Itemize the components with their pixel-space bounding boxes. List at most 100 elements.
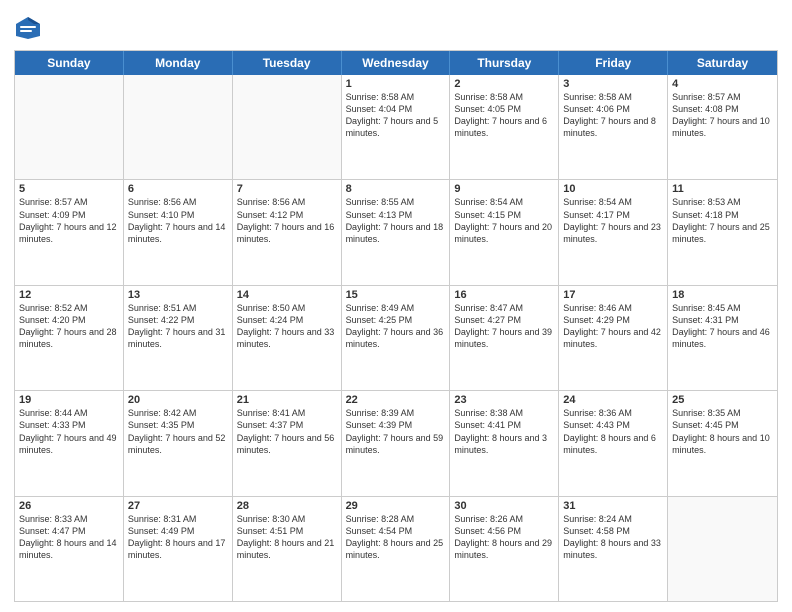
day-info: Sunrise: 8:31 AMSunset: 4:49 PMDaylight:… xyxy=(128,513,228,562)
cal-week-2: 5Sunrise: 8:57 AMSunset: 4:09 PMDaylight… xyxy=(15,180,777,285)
cal-header-sunday: Sunday xyxy=(15,51,124,75)
cal-cell: 7Sunrise: 8:56 AMSunset: 4:12 PMDaylight… xyxy=(233,180,342,284)
cal-cell: 28Sunrise: 8:30 AMSunset: 4:51 PMDayligh… xyxy=(233,497,342,601)
day-number: 18 xyxy=(672,289,773,301)
day-number: 1 xyxy=(346,78,446,90)
cal-cell: 1Sunrise: 8:58 AMSunset: 4:04 PMDaylight… xyxy=(342,75,451,179)
day-number: 3 xyxy=(563,78,663,90)
day-info: Sunrise: 8:55 AMSunset: 4:13 PMDaylight:… xyxy=(346,196,446,245)
cal-cell: 20Sunrise: 8:42 AMSunset: 4:35 PMDayligh… xyxy=(124,391,233,495)
cal-header-thursday: Thursday xyxy=(450,51,559,75)
cal-header-wednesday: Wednesday xyxy=(342,51,451,75)
cal-cell: 25Sunrise: 8:35 AMSunset: 4:45 PMDayligh… xyxy=(668,391,777,495)
cal-cell: 4Sunrise: 8:57 AMSunset: 4:08 PMDaylight… xyxy=(668,75,777,179)
day-info: Sunrise: 8:26 AMSunset: 4:56 PMDaylight:… xyxy=(454,513,554,562)
cal-cell: 8Sunrise: 8:55 AMSunset: 4:13 PMDaylight… xyxy=(342,180,451,284)
day-info: Sunrise: 8:49 AMSunset: 4:25 PMDaylight:… xyxy=(346,302,446,351)
cal-cell: 29Sunrise: 8:28 AMSunset: 4:54 PMDayligh… xyxy=(342,497,451,601)
cal-week-5: 26Sunrise: 8:33 AMSunset: 4:47 PMDayligh… xyxy=(15,497,777,601)
day-number: 5 xyxy=(19,183,119,195)
day-info: Sunrise: 8:52 AMSunset: 4:20 PMDaylight:… xyxy=(19,302,119,351)
cal-week-4: 19Sunrise: 8:44 AMSunset: 4:33 PMDayligh… xyxy=(15,391,777,496)
day-info: Sunrise: 8:50 AMSunset: 4:24 PMDaylight:… xyxy=(237,302,337,351)
day-info: Sunrise: 8:45 AMSunset: 4:31 PMDaylight:… xyxy=(672,302,773,351)
calendar: SundayMondayTuesdayWednesdayThursdayFrid… xyxy=(14,50,778,602)
cal-cell: 9Sunrise: 8:54 AMSunset: 4:15 PMDaylight… xyxy=(450,180,559,284)
day-info: Sunrise: 8:53 AMSunset: 4:18 PMDaylight:… xyxy=(672,196,773,245)
page: SundayMondayTuesdayWednesdayThursdayFrid… xyxy=(0,0,792,612)
day-number: 22 xyxy=(346,394,446,406)
cal-cell: 5Sunrise: 8:57 AMSunset: 4:09 PMDaylight… xyxy=(15,180,124,284)
day-info: Sunrise: 8:54 AMSunset: 4:15 PMDaylight:… xyxy=(454,196,554,245)
cal-cell: 19Sunrise: 8:44 AMSunset: 4:33 PMDayligh… xyxy=(15,391,124,495)
day-number: 10 xyxy=(563,183,663,195)
cal-cell: 6Sunrise: 8:56 AMSunset: 4:10 PMDaylight… xyxy=(124,180,233,284)
cal-cell: 3Sunrise: 8:58 AMSunset: 4:06 PMDaylight… xyxy=(559,75,668,179)
cal-week-3: 12Sunrise: 8:52 AMSunset: 4:20 PMDayligh… xyxy=(15,286,777,391)
day-number: 8 xyxy=(346,183,446,195)
cal-cell: 27Sunrise: 8:31 AMSunset: 4:49 PMDayligh… xyxy=(124,497,233,601)
day-number: 13 xyxy=(128,289,228,301)
day-info: Sunrise: 8:46 AMSunset: 4:29 PMDaylight:… xyxy=(563,302,663,351)
day-number: 17 xyxy=(563,289,663,301)
day-info: Sunrise: 8:47 AMSunset: 4:27 PMDaylight:… xyxy=(454,302,554,351)
day-info: Sunrise: 8:41 AMSunset: 4:37 PMDaylight:… xyxy=(237,407,337,456)
logo xyxy=(14,14,46,42)
cal-cell: 11Sunrise: 8:53 AMSunset: 4:18 PMDayligh… xyxy=(668,180,777,284)
day-number: 11 xyxy=(672,183,773,195)
cal-cell: 26Sunrise: 8:33 AMSunset: 4:47 PMDayligh… xyxy=(15,497,124,601)
day-info: Sunrise: 8:33 AMSunset: 4:47 PMDaylight:… xyxy=(19,513,119,562)
cal-cell: 30Sunrise: 8:26 AMSunset: 4:56 PMDayligh… xyxy=(450,497,559,601)
day-number: 23 xyxy=(454,394,554,406)
cal-cell: 31Sunrise: 8:24 AMSunset: 4:58 PMDayligh… xyxy=(559,497,668,601)
day-info: Sunrise: 8:56 AMSunset: 4:10 PMDaylight:… xyxy=(128,196,228,245)
day-number: 28 xyxy=(237,500,337,512)
cal-cell: 17Sunrise: 8:46 AMSunset: 4:29 PMDayligh… xyxy=(559,286,668,390)
day-number: 16 xyxy=(454,289,554,301)
cal-cell xyxy=(233,75,342,179)
day-number: 29 xyxy=(346,500,446,512)
cal-cell: 21Sunrise: 8:41 AMSunset: 4:37 PMDayligh… xyxy=(233,391,342,495)
day-number: 30 xyxy=(454,500,554,512)
day-info: Sunrise: 8:57 AMSunset: 4:08 PMDaylight:… xyxy=(672,91,773,140)
day-info: Sunrise: 8:39 AMSunset: 4:39 PMDaylight:… xyxy=(346,407,446,456)
cal-cell: 23Sunrise: 8:38 AMSunset: 4:41 PMDayligh… xyxy=(450,391,559,495)
cal-cell: 24Sunrise: 8:36 AMSunset: 4:43 PMDayligh… xyxy=(559,391,668,495)
day-number: 4 xyxy=(672,78,773,90)
cal-cell: 2Sunrise: 8:58 AMSunset: 4:05 PMDaylight… xyxy=(450,75,559,179)
day-number: 19 xyxy=(19,394,119,406)
header xyxy=(14,10,778,42)
day-info: Sunrise: 8:28 AMSunset: 4:54 PMDaylight:… xyxy=(346,513,446,562)
day-info: Sunrise: 8:24 AMSunset: 4:58 PMDaylight:… xyxy=(563,513,663,562)
cal-header-monday: Monday xyxy=(124,51,233,75)
day-number: 24 xyxy=(563,394,663,406)
day-number: 31 xyxy=(563,500,663,512)
day-number: 12 xyxy=(19,289,119,301)
cal-cell: 12Sunrise: 8:52 AMSunset: 4:20 PMDayligh… xyxy=(15,286,124,390)
day-number: 9 xyxy=(454,183,554,195)
day-number: 20 xyxy=(128,394,228,406)
cal-cell: 14Sunrise: 8:50 AMSunset: 4:24 PMDayligh… xyxy=(233,286,342,390)
cal-cell xyxy=(668,497,777,601)
calendar-header-row: SundayMondayTuesdayWednesdayThursdayFrid… xyxy=(15,51,777,75)
day-info: Sunrise: 8:42 AMSunset: 4:35 PMDaylight:… xyxy=(128,407,228,456)
day-number: 21 xyxy=(237,394,337,406)
cal-cell xyxy=(15,75,124,179)
cal-cell: 18Sunrise: 8:45 AMSunset: 4:31 PMDayligh… xyxy=(668,286,777,390)
day-info: Sunrise: 8:36 AMSunset: 4:43 PMDaylight:… xyxy=(563,407,663,456)
day-number: 2 xyxy=(454,78,554,90)
logo-icon xyxy=(14,14,42,42)
day-info: Sunrise: 8:56 AMSunset: 4:12 PMDaylight:… xyxy=(237,196,337,245)
cal-cell: 16Sunrise: 8:47 AMSunset: 4:27 PMDayligh… xyxy=(450,286,559,390)
day-info: Sunrise: 8:58 AMSunset: 4:04 PMDaylight:… xyxy=(346,91,446,140)
cal-header-saturday: Saturday xyxy=(668,51,777,75)
day-number: 6 xyxy=(128,183,228,195)
cal-cell: 22Sunrise: 8:39 AMSunset: 4:39 PMDayligh… xyxy=(342,391,451,495)
day-number: 14 xyxy=(237,289,337,301)
cal-header-friday: Friday xyxy=(559,51,668,75)
day-number: 7 xyxy=(237,183,337,195)
cal-cell: 10Sunrise: 8:54 AMSunset: 4:17 PMDayligh… xyxy=(559,180,668,284)
day-info: Sunrise: 8:44 AMSunset: 4:33 PMDaylight:… xyxy=(19,407,119,456)
day-number: 15 xyxy=(346,289,446,301)
day-info: Sunrise: 8:58 AMSunset: 4:05 PMDaylight:… xyxy=(454,91,554,140)
